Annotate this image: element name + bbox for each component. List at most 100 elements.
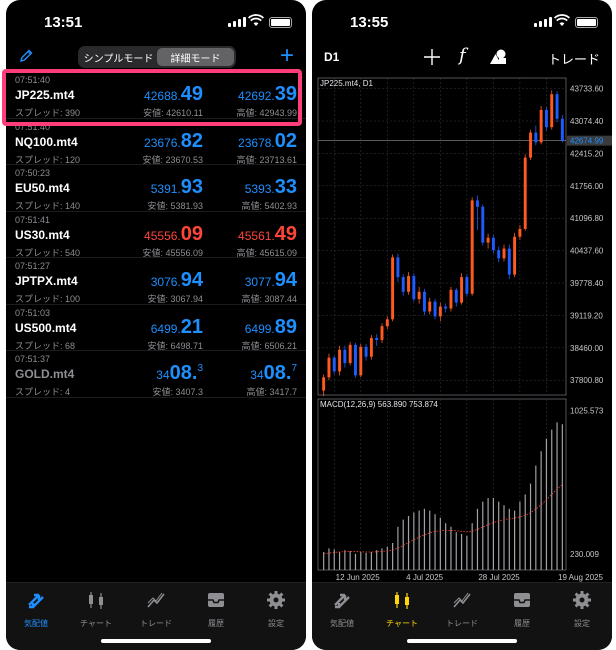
- candle-up: [385, 319, 389, 327]
- price-chart[interactable]: 43733.60 43074.40 42415.20 41756.00 41096.80…: [312, 72, 612, 588]
- quotes-arrows-icon: [28, 593, 44, 609]
- ask-price: 6499.89: [245, 316, 297, 339]
- ask-price: 3077.94: [245, 269, 297, 292]
- macd-label: MACD(12,26,9) 563.890 753.874: [320, 400, 438, 409]
- macd-signal-line: [323, 484, 563, 555]
- highlight-frame: [2, 69, 302, 126]
- candle-down: [332, 357, 336, 372]
- quote-symbol: US30.mt4: [15, 227, 70, 242]
- candle-up: [407, 276, 410, 292]
- tab-simple-mode[interactable]: シンプルモード: [80, 48, 157, 66]
- tab-quotes[interactable]: 気配値: [6, 589, 66, 629]
- pencil-icon[interactable]: [18, 48, 34, 64]
- quote-symbol: NQ100.mt4: [15, 134, 78, 149]
- tab-history[interactable]: 履歴: [492, 589, 552, 629]
- candle-up: [438, 306, 442, 317]
- candle-down: [364, 346, 368, 357]
- y-tick-label: 43733.60: [570, 85, 604, 94]
- trade-trend-icon: [453, 592, 471, 608]
- bid-price-pips: 21: [180, 315, 203, 338]
- x-tick-label: 12 Jun 2025: [336, 573, 381, 582]
- candle-up: [529, 132, 532, 158]
- candle-up: [523, 157, 527, 229]
- tab-trade[interactable]: トレード: [126, 589, 186, 629]
- candle-down: [401, 277, 405, 292]
- quote-row[interactable]: 07:51:37 GOLD.mt4 スプレッド: 4 3408.3 3408.7 安値: …: [6, 351, 306, 398]
- macd-y-tick-label: 1025.573: [570, 407, 604, 416]
- bid-price-pips: 82: [180, 129, 203, 152]
- battery-icon: [269, 17, 292, 28]
- tab-chart[interactable]: チャート: [66, 589, 126, 629]
- ask-price-pips: 94: [274, 269, 297, 291]
- ask-price-prefix: 3077.: [244, 275, 275, 289]
- shapes-icon[interactable]: [488, 48, 508, 66]
- bid-price-prefix: 45556.: [144, 228, 181, 243]
- quote-spread: スプレッド: 140: [15, 201, 81, 211]
- quote-time: 07:51:27: [15, 261, 51, 271]
- candle-down: [422, 291, 426, 312]
- crosshair-icon[interactable]: [423, 48, 441, 66]
- tab-chart[interactable]: チャート: [372, 589, 432, 629]
- quote-symbol: EU50.mt4: [15, 181, 70, 195]
- trade-button[interactable]: トレード: [548, 49, 600, 68]
- chart-title: JP225.mt4, D1: [320, 79, 373, 88]
- tab-settings[interactable]: 設定: [246, 589, 306, 629]
- ask-price: 23678.02: [238, 130, 297, 153]
- quote-high: 高値: 23713.61: [236, 154, 297, 165]
- indicator-button[interactable]: f: [459, 45, 466, 66]
- bid-price-prefix: 3076.: [150, 275, 181, 289]
- tab-quotes[interactable]: 気配値: [312, 589, 372, 629]
- candle-down: [396, 257, 400, 278]
- tab-settings-label: 設定: [574, 619, 590, 628]
- tab-history[interactable]: 履歴: [186, 589, 246, 629]
- tab-history-label: 履歴: [208, 619, 224, 628]
- quote-row[interactable]: 07:50:23 EU50.mt4 スプレッド: 140 5391.93 5393.33…: [6, 165, 306, 212]
- bid-price-prefix: 34: [156, 368, 170, 382]
- tab-settings[interactable]: 設定: [552, 589, 612, 629]
- inbox-icon: [514, 593, 530, 607]
- candle-down: [375, 337, 379, 340]
- gear-icon: [267, 591, 285, 609]
- home-indicator: [407, 639, 517, 643]
- ask-price: 5393.33: [245, 176, 297, 199]
- tab-chart-label: チャート: [386, 619, 418, 628]
- wifi-icon: [248, 14, 264, 26]
- ask-price-prefix: 5393.: [244, 182, 275, 196]
- candle-up: [322, 377, 326, 391]
- quote-row[interactable]: 07:51:03 US500.mt4 スプレッド: 68 6499.21 6499.89…: [6, 305, 306, 351]
- ask-price: 3408.7: [250, 362, 297, 385]
- y-tick-label: 42415.20: [570, 149, 604, 158]
- y-tick-label: 43074.40: [570, 117, 604, 126]
- status-bar: 13:55: [312, 0, 612, 44]
- quote-spread: スプレッド: 540: [15, 247, 81, 258]
- bid-price: 23676.82: [144, 130, 203, 153]
- ask-price-pips: 49: [274, 222, 297, 245]
- candle-down: [507, 248, 511, 275]
- quote-row[interactable]: 07:51:41 US30.mt4 スプレッド: 540 45556.09 45561.…: [6, 212, 306, 258]
- timeframe-button[interactable]: D1: [324, 50, 339, 64]
- candle-down: [412, 276, 416, 300]
- quote-spread: スプレッド: 120: [15, 154, 81, 165]
- ask-price-pips: 08.: [263, 362, 292, 384]
- candle-up: [539, 109, 543, 143]
- tab-quotes-label: 気配値: [330, 619, 354, 628]
- tab-history-label: 履歴: [514, 619, 530, 628]
- bid-price-pips: 94: [180, 269, 203, 291]
- candle-down: [555, 94, 559, 119]
- quote-low: 安値: 23670.53: [142, 154, 203, 165]
- quote-high: 高値: 6506.21: [241, 340, 297, 351]
- candle-down: [491, 237, 495, 251]
- ask-price-prefix: 23678.: [238, 135, 275, 150]
- quote-row[interactable]: 07:51:27 JPTPX.mt4 スプレッド: 100 3076.94 3077.9…: [6, 258, 306, 305]
- bid-price-prefix: 23676.: [144, 135, 181, 150]
- inbox-icon: [208, 593, 224, 607]
- x-tick-label: 19 Aug 2025: [558, 573, 603, 582]
- wifi-icon: [554, 14, 570, 26]
- ask-price-prefix: 6499.: [244, 321, 275, 336]
- candlestick-icon: [89, 592, 103, 609]
- add-symbol-button[interactable]: +: [280, 44, 294, 68]
- candle-up: [391, 257, 395, 320]
- tab-detail-mode[interactable]: 詳細モード: [157, 48, 234, 66]
- quote-symbol: GOLD.mt4: [15, 367, 75, 381]
- tab-trade[interactable]: トレード: [432, 589, 492, 629]
